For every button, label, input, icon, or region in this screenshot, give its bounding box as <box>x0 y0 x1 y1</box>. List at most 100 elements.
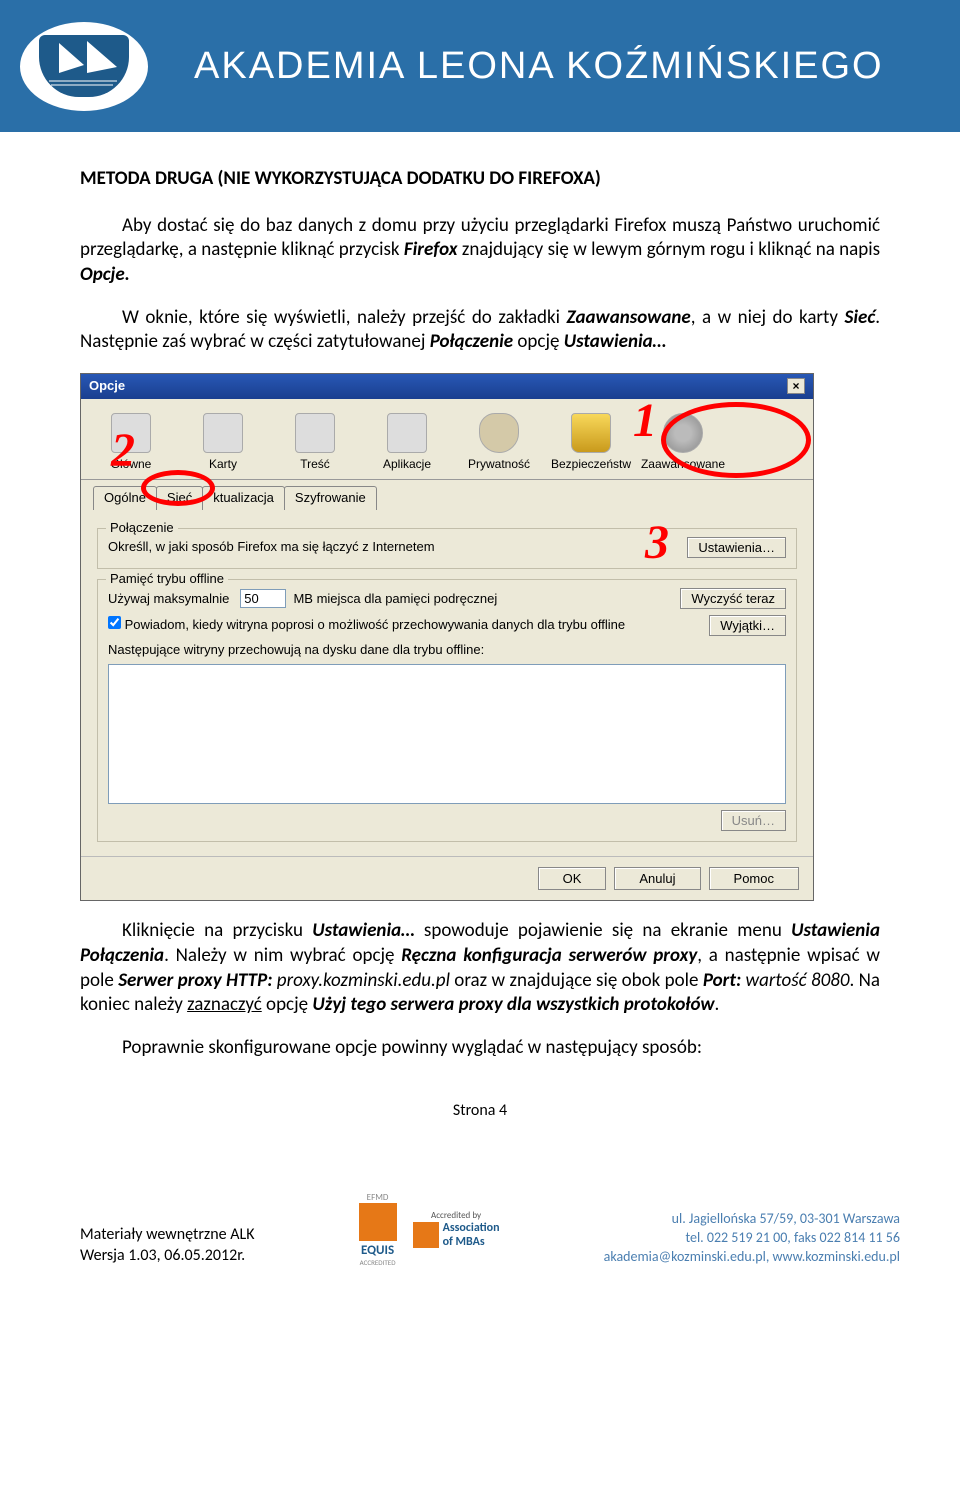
text: zaznaczyć <box>187 993 262 1016</box>
text: Port: <box>703 969 741 992</box>
help-button[interactable]: Pomoc <box>709 867 799 890</box>
ok-button[interactable]: OK <box>538 867 607 890</box>
header-banner: AKADEMIA LEONA KOŹMIŃSKIEGO <box>0 0 960 132</box>
cancel-button[interactable]: Anuluj <box>614 867 700 890</box>
apps-icon <box>387 413 427 453</box>
remove-button: Usuń… <box>721 810 786 831</box>
document-body: METODA DRUGA (NIE WYKORZYSTUJĄCA DODATKU… <box>0 132 960 1061</box>
label: EQUIS <box>361 1243 394 1258</box>
logo-oval <box>20 22 148 111</box>
text: . Należy w nim wybrać opcję <box>164 944 401 967</box>
tab-apps[interactable]: Aplikacje <box>363 411 451 475</box>
label: MB miejsca dla pamięci podręcznej <box>293 591 497 606</box>
notify-checkbox[interactable] <box>108 616 121 629</box>
tab-privacy[interactable]: Prywatność <box>455 411 543 475</box>
text: Ustawienia… <box>312 919 414 942</box>
text: Użyj tego serwera proxy dla wszystkich p… <box>312 993 714 1016</box>
text: znajdujący się w lewym górnym rogu i kli… <box>458 238 880 261</box>
amba-icon <box>413 1222 439 1248</box>
equis-logo: EFMD EQUIS ACCREDITED <box>359 1192 397 1267</box>
text-ustawienia: Ustawienia… <box>564 330 666 353</box>
label: Prywatność <box>468 457 530 473</box>
addr-line: akademia@kozminski.edu.pl, www.kozminski… <box>604 1248 900 1267</box>
annotation-number-1: 1 <box>633 390 657 452</box>
ship-icon <box>39 35 129 97</box>
label: Association <box>443 1221 500 1235</box>
paragraph-3: Kliknięcie na przycisku Ustawienia… spow… <box>80 919 880 1018</box>
text: opcję <box>513 330 564 353</box>
label: of MBAs <box>443 1235 500 1249</box>
footer-line: Wersja 1.03, 06.05.2012r. <box>80 1246 255 1267</box>
text: , a w niej do karty <box>691 306 845 329</box>
text: oraz w znajdujące się obok pole <box>450 969 703 992</box>
legend-offline: Pamięć trybu offline <box>106 571 228 588</box>
label: Bezpieczeństw <box>551 457 631 473</box>
dialog-title: Opcje <box>89 378 125 395</box>
label: Aplikacje <box>383 457 431 473</box>
text: opcję <box>262 993 313 1016</box>
legend-connection: Połączenie <box>106 520 178 537</box>
exceptions-button[interactable]: Wyjątki… <box>709 615 786 636</box>
addr-line: tel. 022 519 21 00, faks 022 814 11 56 <box>604 1229 900 1248</box>
options-dialog: Opcje × Główne Karty Treść Aplikacje Pry… <box>80 373 814 901</box>
paragraph-2: W oknie, które się wyświetli, należy prz… <box>80 306 880 355</box>
folder-icon <box>203 413 243 453</box>
label: Używaj maksymalnie <box>108 591 229 606</box>
text: Ręczna konfiguracja serwerów proxy <box>401 944 697 967</box>
label: ACCREDITED <box>360 1258 396 1267</box>
text-zaawansowane: Zaawansowane <box>567 306 691 329</box>
paragraph-4: Poprawnie skonfigurowane opcje powinny w… <box>80 1036 880 1061</box>
subtab-encryption[interactable]: Szyfrowanie <box>284 486 377 510</box>
lock-icon <box>571 413 611 453</box>
clear-now-button[interactable]: Wyczyść teraz <box>680 588 786 609</box>
text: spowoduje pojawienie się na ekranie menu <box>415 919 791 942</box>
amba-logo: Accredited by Association of MBAs <box>413 1210 500 1249</box>
annotation-circle-2 <box>141 470 215 506</box>
mask-icon <box>479 413 519 453</box>
fieldset-offline: Pamięć trybu offline Używaj maksymalnie … <box>97 579 797 843</box>
label: EFMD <box>367 1192 389 1203</box>
addr-line: ul. Jagiellońska 57/59, 03-301 Warszawa <box>604 1210 900 1229</box>
text: . <box>715 993 720 1016</box>
page-footer: Materiały wewnętrzne ALK Wersja 1.03, 06… <box>0 1178 960 1291</box>
offline-use: Używaj maksymalnie MB miejsca dla pamięc… <box>108 589 497 608</box>
section-heading: METODA DRUGA (NIE WYKORZYSTUJĄCA DODATKU… <box>80 167 880 192</box>
dialog-titlebar: Opcje × <box>81 374 813 399</box>
text: W oknie, które się wyświetli, należy prz… <box>122 306 567 329</box>
text-opcje: Opcje. <box>80 263 130 286</box>
page-number: Strona 4 <box>0 1101 960 1120</box>
footer-logos: EFMD EQUIS ACCREDITED Accredited by Asso… <box>359 1192 500 1267</box>
annotation-number-2: 2 <box>111 420 135 482</box>
dialog-body: Połączenie Określl, w jaki sposób Firefo… <box>81 510 813 857</box>
text-firefox: Firefox <box>404 238 458 261</box>
text: Serwer proxy HTTP: <box>118 969 272 992</box>
text: proxy.kozminski.edu.pl <box>272 969 449 992</box>
dialog-footer: OK Anuluj Pomoc <box>81 856 813 900</box>
label: Treść <box>300 457 330 473</box>
text-siec: Sieć <box>845 306 876 329</box>
tab-tabs[interactable]: Karty <box>179 411 267 475</box>
paragraph-1: Aby dostać się do baz danych z domu przy… <box>80 214 880 288</box>
annotation-number-3: 3 <box>645 512 669 574</box>
tab-security[interactable]: Bezpieczeństw <box>547 411 635 475</box>
label: Karty <box>209 457 237 473</box>
document-icon <box>295 413 335 453</box>
footer-line: Materiały wewnętrzne ALK <box>80 1225 255 1246</box>
label: Accredited by <box>431 1210 481 1221</box>
annotation-circle-1 <box>661 402 811 478</box>
connection-desc: Określl, w jaki sposób Firefox ma się łą… <box>108 539 435 556</box>
cache-size-input[interactable] <box>240 589 286 608</box>
text: Kliknięcie na przycisku <box>122 919 312 942</box>
text: wartość 8080 <box>741 969 849 992</box>
label: Powiadom, kiedy witryna poprosi o możliw… <box>125 617 626 632</box>
text-polaczenie: Połączenie <box>430 330 513 353</box>
settings-button[interactable]: Ustawienia… <box>687 537 786 558</box>
offline-list-label: Następujące witryny przechowują na dysku… <box>108 642 786 659</box>
offline-notify-row: Powiadom, kiedy witryna poprosi o możliw… <box>108 616 625 634</box>
offline-sites-list[interactable] <box>108 664 786 804</box>
tab-content[interactable]: Treść <box>271 411 359 475</box>
close-button[interactable]: × <box>787 378 805 394</box>
footer-address: ul. Jagiellońska 57/59, 03-301 Warszawa … <box>604 1210 900 1267</box>
equis-icon <box>359 1203 397 1241</box>
fieldset-connection: Połączenie Określl, w jaki sposób Firefo… <box>97 528 797 569</box>
